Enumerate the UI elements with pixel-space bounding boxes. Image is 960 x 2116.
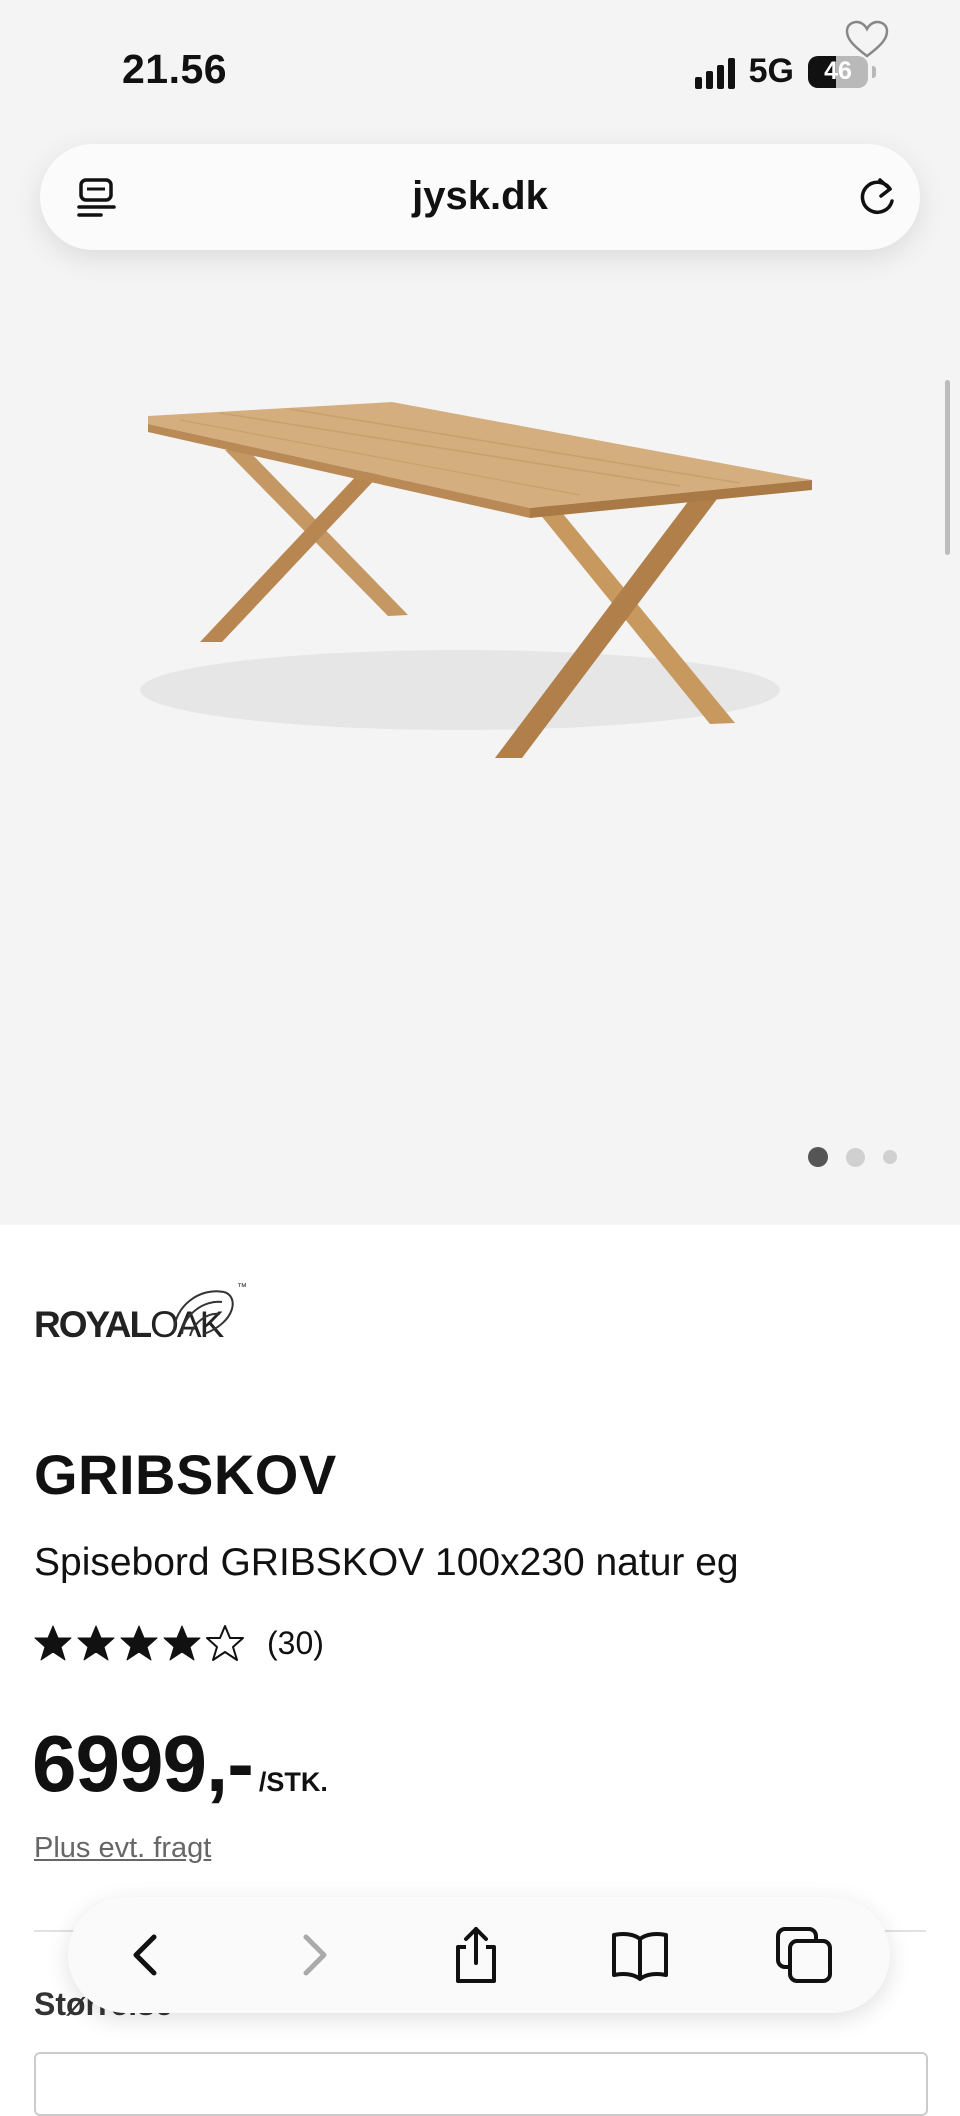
url-text[interactable]: jysk.dk bbox=[40, 174, 920, 219]
battery-level: 46 bbox=[824, 56, 852, 85]
battery-tip bbox=[872, 65, 876, 78]
battery-icon: 46 bbox=[808, 55, 868, 88]
brand-trademark: ™ bbox=[237, 1282, 247, 1293]
pagination-dot[interactable] bbox=[883, 1150, 897, 1164]
address-bar[interactable]: jysk.dk bbox=[40, 144, 920, 250]
star-filled-icon bbox=[163, 1625, 201, 1661]
tabs-icon[interactable] bbox=[774, 1925, 834, 1985]
product-title: GRIBSKOV bbox=[34, 1443, 337, 1506]
price-value: 6999,- bbox=[32, 1719, 254, 1808]
review-count[interactable]: (30) bbox=[267, 1625, 324, 1662]
status-time: 21.56 bbox=[122, 46, 228, 92]
brand-logo[interactable]: ROYALOAK ™ bbox=[34, 1282, 254, 1345]
reload-icon[interactable] bbox=[854, 174, 900, 220]
price-unit: /STK. bbox=[258, 1767, 328, 1797]
product-price: 6999,- /STK. bbox=[32, 1718, 328, 1810]
network-type: 5G bbox=[748, 52, 794, 90]
forward-icon[interactable] bbox=[284, 1925, 344, 1985]
star-empty-icon bbox=[206, 1625, 244, 1661]
star-filled-icon bbox=[34, 1625, 72, 1661]
gallery-pagination[interactable] bbox=[808, 1147, 897, 1167]
back-icon[interactable] bbox=[116, 1925, 176, 1985]
star-filled-icon bbox=[77, 1625, 115, 1661]
dining-table-product-image bbox=[140, 402, 812, 758]
share-icon[interactable] bbox=[446, 1925, 506, 1985]
scroll-indicator bbox=[945, 380, 950, 555]
star-filled-icon bbox=[120, 1625, 158, 1661]
pagination-dot[interactable] bbox=[846, 1147, 865, 1167]
browser-toolbar bbox=[68, 1897, 890, 2013]
pagination-dot[interactable] bbox=[808, 1147, 828, 1167]
signal-icon bbox=[694, 55, 735, 89]
size-select[interactable] bbox=[34, 2052, 928, 2116]
favorite-heart-icon[interactable] bbox=[845, 20, 889, 60]
product-subtitle: Spisebord GRIBSKOV 100x230 natur eg bbox=[34, 1541, 739, 1584]
product-rating[interactable]: (30) bbox=[34, 1624, 324, 1662]
bookmarks-icon[interactable] bbox=[610, 1925, 670, 1985]
rating-stars bbox=[34, 1624, 249, 1662]
shipping-link[interactable]: Plus evt. fragt bbox=[34, 1832, 211, 1865]
